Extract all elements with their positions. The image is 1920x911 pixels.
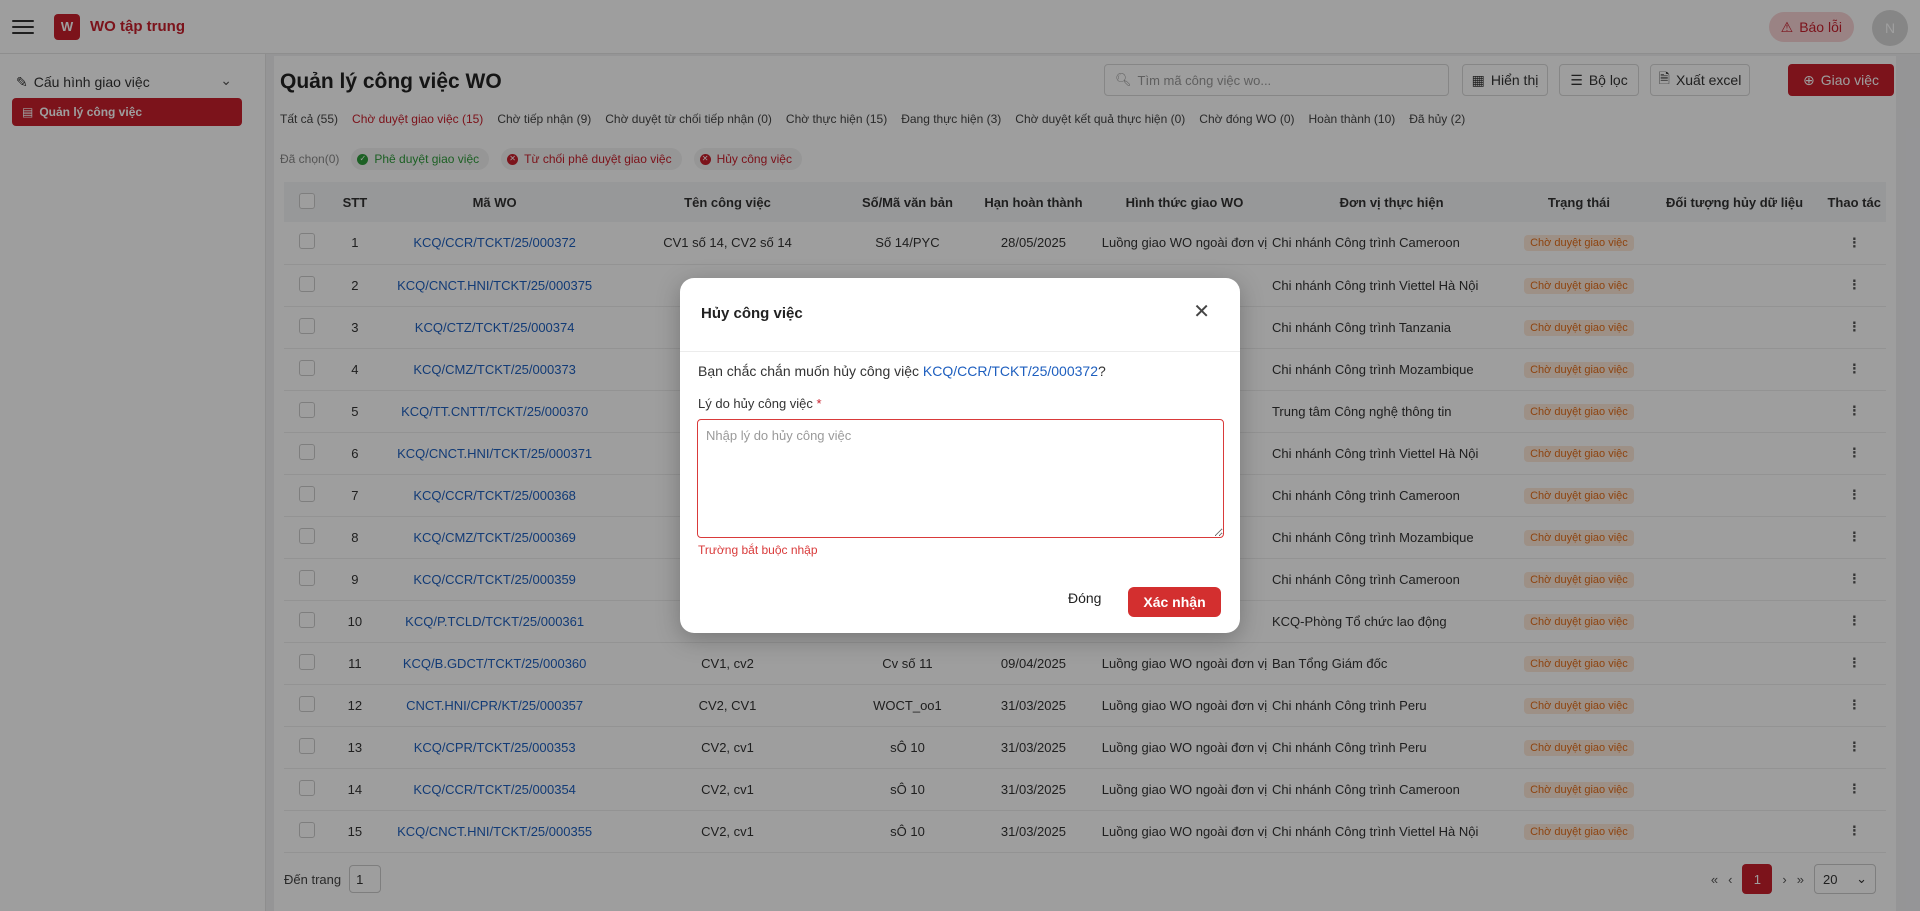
validation-error: Trường bắt buộc nhập	[698, 543, 818, 557]
reason-label: Lý do hủy công việc *	[698, 396, 822, 411]
question-suffix: ?	[1098, 363, 1106, 379]
close-button[interactable]: Đóng	[1068, 590, 1101, 606]
confirm-button[interactable]: Xác nhận	[1128, 587, 1221, 617]
dialog-title: Hủy công việc	[701, 305, 803, 322]
question-task-code[interactable]: KCQ/CCR/TCKT/25/000372	[923, 363, 1098, 379]
required-mark: *	[816, 396, 822, 411]
close-icon[interactable]: ✕	[1193, 302, 1210, 322]
reason-label-text: Lý do hủy công việc	[698, 396, 813, 411]
cancel-reason-textarea[interactable]	[697, 419, 1224, 538]
cancel-task-dialog: Hủy công việc ✕ Bạn chắc chắn muốn hủy c…	[680, 278, 1240, 633]
divider	[680, 351, 1240, 352]
dialog-question: Bạn chắc chắn muốn hủy công việc KCQ/CCR…	[698, 363, 1106, 379]
question-prefix: Bạn chắc chắn muốn hủy công việc	[698, 363, 923, 379]
